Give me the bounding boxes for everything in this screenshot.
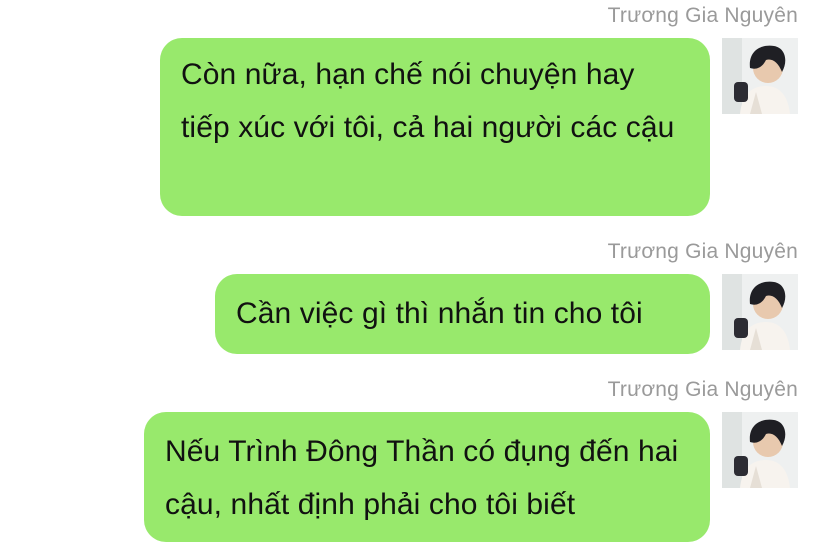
avatar[interactable]	[722, 38, 798, 114]
message-bubble[interactable]: Nếu Trình Đông Thần có đụng đến hai cậu,…	[144, 412, 710, 542]
sender-name: Trương Gia Nguyên	[607, 378, 798, 401]
sender-name: Trương Gia Nguyên	[607, 240, 798, 263]
user-avatar-photo-icon	[722, 274, 798, 350]
avatar[interactable]	[722, 274, 798, 350]
message-bubble[interactable]: Cần việc gì thì nhắn tin cho tôi	[215, 274, 710, 354]
avatar[interactable]	[722, 412, 798, 488]
user-avatar-photo-icon	[722, 412, 798, 488]
message-bubble[interactable]: Còn nữa, hạn chế nói chuyện hay tiếp xúc…	[160, 38, 710, 216]
user-avatar-photo-icon	[722, 38, 798, 114]
sender-name: Trương Gia Nguyên	[607, 4, 798, 27]
